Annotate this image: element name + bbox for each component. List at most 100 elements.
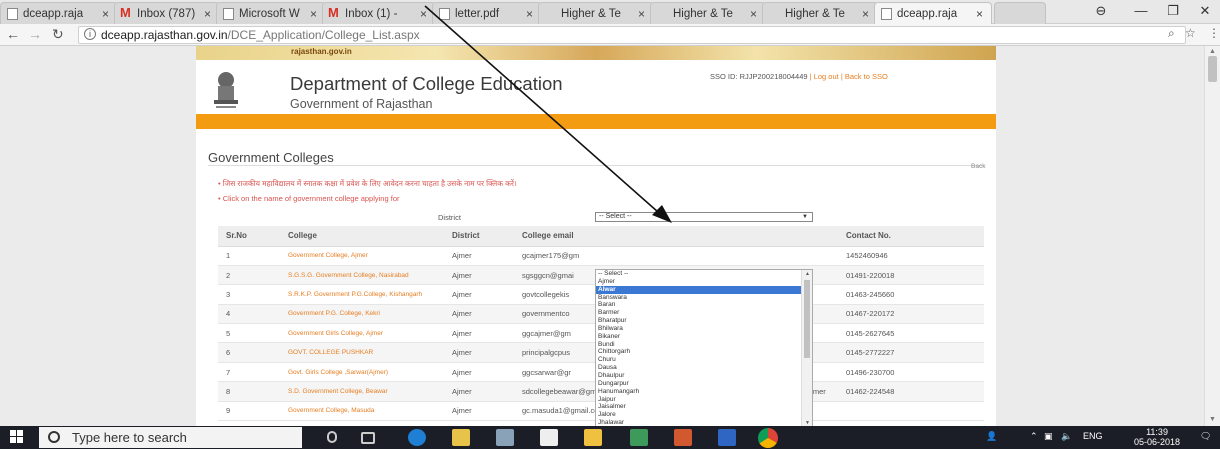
college-name-link[interactable]: S.G.S.G. Government College, Nasirabad (280, 265, 444, 286)
tab-7[interactable]: Higher & Te × (762, 2, 878, 24)
close-icon[interactable]: × (420, 7, 427, 21)
college-name-link[interactable]: S.R.K.P. Government P.G.College, Kishang… (280, 284, 444, 305)
dropdown-option[interactable]: -- Select -- (596, 270, 812, 278)
page-scrollbar[interactable]: ▲ ▼ (1204, 46, 1220, 426)
tab-1[interactable]: M Inbox (787) × (114, 2, 220, 24)
dropdown-caret-icon[interactable]: ▼ (802, 213, 808, 221)
scroll-down-icon[interactable]: ▼ (1209, 416, 1216, 423)
task-view-icon[interactable] (361, 432, 375, 444)
dropdown-option[interactable]: Hanumangarh (596, 388, 812, 396)
reload-icon[interactable]: ↻ (52, 26, 64, 43)
close-icon[interactable]: × (750, 7, 757, 21)
dropdown-option[interactable]: Bundi (596, 341, 812, 349)
close-icon[interactable]: × (862, 7, 869, 21)
page-scroll-thumb[interactable] (1208, 56, 1217, 82)
tab-0[interactable]: dceapp.raja × (0, 2, 118, 24)
dropdown-option[interactable]: Alwar (596, 285, 812, 294)
excel-icon[interactable] (630, 429, 648, 446)
close-icon[interactable]: × (310, 7, 317, 21)
dropdown-option[interactable]: Dhaulpur (596, 372, 812, 380)
zoom-icon[interactable]: ⌕ (1168, 26, 1175, 41)
close-icon[interactable]: × (204, 7, 211, 21)
dropdown-option[interactable]: Bikaner (596, 333, 812, 341)
close-icon[interactable]: × (102, 7, 109, 21)
dropdown-option[interactable]: Chittorgarh (596, 348, 812, 356)
taskbar-clock[interactable]: 11:39 05-06-2018 (1134, 427, 1180, 447)
district-cell: Ajmer (444, 381, 514, 402)
powerpoint-icon[interactable] (674, 429, 692, 446)
government-subtitle: Government of Rajasthan (290, 97, 433, 111)
forward-arrow-icon[interactable]: → (28, 26, 42, 42)
tab-8[interactable]: dceapp.raja × (874, 2, 992, 24)
back-to-sso-link[interactable]: Back to SSO (845, 72, 888, 81)
tab-6[interactable]: Higher & Te × (650, 2, 766, 24)
close-icon[interactable]: × (526, 7, 533, 21)
word-icon[interactable] (718, 429, 736, 446)
sso-id: SSO ID: RJJP200218004449 (710, 72, 808, 81)
people-icon[interactable]: 👤 (986, 431, 997, 442)
microphone-icon[interactable] (327, 431, 337, 443)
college-name-link[interactable]: Government P.G. College, Kekri (280, 304, 444, 325)
minimize-icon[interactable]: — (1126, 3, 1156, 18)
back-link[interactable]: Back (971, 163, 985, 170)
college-name-link[interactable]: Government College, Masuda (280, 401, 444, 422)
store-icon[interactable] (452, 429, 470, 446)
contact-cell: 01491-220018 (838, 265, 984, 286)
tab-3[interactable]: M Inbox (1) - × (322, 2, 436, 24)
notifications-icon[interactable]: 🗨 (1200, 431, 1211, 442)
logout-link[interactable]: Log out (814, 72, 839, 81)
app-icon[interactable] (496, 429, 514, 446)
tab-5[interactable]: Higher & Te × (538, 2, 654, 24)
college-name-link[interactable]: GOVT. COLLEGE PUSHKAR (280, 342, 444, 363)
profile-icon[interactable]: ⊖ (1086, 3, 1116, 19)
new-tab-button[interactable] (994, 2, 1046, 24)
dropdown-option[interactable]: Jaisalmer (596, 403, 812, 411)
show-hidden-icons-icon[interactable]: ⌃ (1030, 431, 1038, 442)
tab-2[interactable]: Microsoft W × (216, 2, 326, 24)
dropdown-option[interactable]: Banswara (596, 294, 812, 302)
edge-browser-icon[interactable] (408, 429, 426, 446)
dropdown-scrollbar[interactable]: ▲ ▼ (801, 270, 812, 426)
bookmark-star-icon[interactable]: ☆ (1185, 26, 1196, 40)
district-select[interactable]: -- Select -- ▼ (595, 212, 813, 222)
tab-4[interactable]: letter.pdf × (432, 2, 542, 24)
back-arrow-icon[interactable]: ← (6, 26, 20, 42)
district-dropdown-list[interactable]: -- Select -- Ajmer Alwar Banswara Baran Barme… (595, 269, 813, 426)
info-icon[interactable]: i (84, 28, 96, 40)
close-icon[interactable]: × (638, 7, 645, 21)
dropdown-scroll-thumb[interactable] (804, 280, 810, 358)
taskbar-search-box[interactable]: Type here to search (39, 427, 302, 448)
college-name-link[interactable]: Government College, Ajmer (280, 246, 444, 266)
dropdown-option[interactable]: Churu (596, 356, 812, 364)
restore-icon[interactable]: ❐ (1158, 3, 1188, 19)
dropdown-option[interactable]: Baran (596, 301, 812, 309)
dropdown-option[interactable]: Dungarpur (596, 380, 812, 388)
language-indicator[interactable]: ENG (1083, 431, 1103, 441)
address-cell (694, 246, 838, 266)
file-explorer-icon[interactable] (584, 429, 602, 446)
chrome-icon[interactable] (758, 428, 778, 448)
scroll-up-icon[interactable]: ▲ (805, 271, 810, 277)
scroll-up-icon[interactable]: ▲ (1209, 48, 1216, 55)
college-name-link[interactable]: S.D. Government College, Beawar (280, 381, 444, 402)
college-name-link[interactable]: Govt. Girls College ,Sarwar(Ajmer) (280, 362, 444, 383)
dropdown-option[interactable]: Jhalawar (596, 419, 812, 426)
dropdown-option[interactable]: Jaipur (596, 396, 812, 404)
menu-icon[interactable]: ⋮ (1208, 26, 1220, 40)
address-bar[interactable]: i dceapp.rajasthan.gov.in/DCE_Applicatio… (78, 26, 1186, 44)
close-icon[interactable]: × (976, 7, 983, 21)
windows-start-icon[interactable] (10, 430, 24, 444)
close-window-icon[interactable]: ✕ (1190, 3, 1220, 19)
district-selected-value: -- Select -- (599, 213, 632, 220)
dropdown-option[interactable]: Bhilwara (596, 325, 812, 333)
dropdown-option[interactable]: Dausa (596, 364, 812, 372)
network-icon[interactable]: ▣ (1044, 431, 1053, 442)
volume-icon[interactable]: 🔈 (1061, 431, 1072, 442)
dropdown-option[interactable]: Barmer (596, 309, 812, 317)
contact-cell: 1452460946 (838, 246, 984, 266)
dropdown-option[interactable]: Bharatpur (596, 317, 812, 325)
dropdown-option[interactable]: Ajmer (596, 278, 812, 286)
mail-icon[interactable] (540, 429, 558, 446)
college-name-link[interactable]: Government Girls College, Ajmer (280, 323, 444, 344)
dropdown-option[interactable]: Jalore (596, 411, 812, 419)
